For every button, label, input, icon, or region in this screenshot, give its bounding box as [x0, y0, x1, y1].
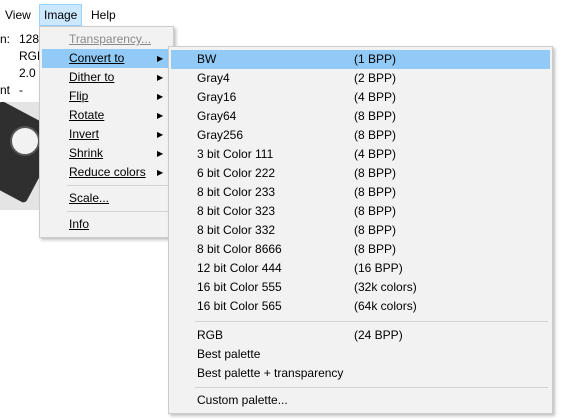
- menu-separator: [67, 185, 169, 186]
- convert-item-3bit-111[interactable]: 3 bit Color 111 (4 BPP): [171, 145, 550, 164]
- convert-item-bpp: (8 BPP): [354, 185, 397, 199]
- thumbnail-disc: [10, 126, 40, 156]
- menu-item-label: Flip: [69, 89, 89, 103]
- convert-item-label: 8 bit Color 8666: [197, 242, 282, 256]
- convert-item-bpp: (1 BPP): [354, 52, 397, 66]
- convert-item-bpp: (8 BPP): [354, 166, 397, 180]
- menu-separator: [67, 211, 169, 212]
- submenu-arrow-icon: ▶: [157, 168, 164, 177]
- convert-item-label: Best palette: [197, 347, 261, 361]
- menu-help-label: Help: [91, 8, 116, 22]
- menu-bar: View Image Help: [0, 0, 564, 28]
- convert-item-label: RGB: [197, 328, 224, 342]
- menu-item-label: Reduce colors: [69, 165, 146, 179]
- image-thumbnail: [0, 102, 43, 210]
- convert-item-16bit-565[interactable]: 16 bit Color 565 (64k colors): [171, 297, 550, 316]
- menu-item-rotate[interactable]: Rotate ▶: [42, 106, 171, 125]
- convert-item-6bit-222[interactable]: 6 bit Color 222 (8 BPP): [171, 164, 550, 183]
- menu-item-label: Transparency...: [69, 32, 152, 46]
- convert-item-gray16[interactable]: Gray16 (4 BPP): [171, 88, 550, 107]
- menu-separator: [195, 387, 548, 388]
- convert-item-label: Gray4: [197, 71, 230, 85]
- convert-item-bpp: (8 BPP): [354, 242, 397, 256]
- convert-item-bpp: (16 BPP): [354, 261, 403, 275]
- convert-item-8bit-8666[interactable]: 8 bit Color 8666 (8 BPP): [171, 240, 550, 259]
- convert-item-gray64[interactable]: Gray64 (8 BPP): [171, 107, 550, 126]
- menu-view[interactable]: View: [1, 5, 35, 25]
- submenu-arrow-icon: ▶: [157, 54, 164, 63]
- convert-item-label: 16 bit Color 565: [197, 299, 282, 313]
- convert-item-bpp: (8 BPP): [354, 128, 397, 142]
- convert-item-best-palette[interactable]: Best palette: [171, 345, 550, 364]
- convert-item-8bit-233[interactable]: 8 bit Color 233 (8 BPP): [171, 183, 550, 202]
- convert-item-label: 3 bit Color 111: [197, 147, 274, 161]
- convert-item-label: BW: [197, 52, 217, 66]
- submenu-arrow-icon: ▶: [157, 149, 164, 158]
- convert-item-label: Gray256: [197, 128, 244, 142]
- info-label-1: n:: [0, 32, 11, 46]
- convert-item-bpp: (32k colors): [354, 280, 417, 294]
- menu-item-scale[interactable]: Scale...: [42, 189, 171, 208]
- convert-item-label: Gray16: [197, 90, 237, 104]
- menu-item-label: Invert: [69, 127, 100, 141]
- menu-item-dither-to[interactable]: Dither to ▶: [42, 68, 171, 87]
- menu-item-convert-to[interactable]: Convert to ▶: [42, 49, 171, 68]
- menu-item-transparency[interactable]: Transparency...: [42, 30, 171, 49]
- menu-item-label: Scale...: [69, 191, 110, 205]
- convert-item-gray256[interactable]: Gray256 (8 BPP): [171, 126, 550, 145]
- menu-view-label: View: [5, 8, 31, 22]
- convert-item-label: Gray64: [197, 109, 237, 123]
- menu-item-info[interactable]: Info: [42, 215, 171, 234]
- menu-item-label: Convert to: [69, 51, 125, 65]
- convert-item-bpp: (8 BPP): [354, 223, 397, 237]
- convert-item-bpp: (4 BPP): [354, 147, 397, 161]
- convert-item-16bit-555[interactable]: 16 bit Color 555 (32k colors): [171, 278, 550, 297]
- menu-item-reduce-colors[interactable]: Reduce colors ▶: [42, 163, 171, 182]
- convert-item-label: 12 bit Color 444: [197, 261, 282, 275]
- convert-item-bpp: (64k colors): [354, 299, 417, 313]
- convert-item-bpp: (8 BPP): [354, 109, 397, 123]
- convert-item-8bit-332[interactable]: 8 bit Color 332 (8 BPP): [171, 221, 550, 240]
- convert-item-custom-palette[interactable]: Custom palette...: [171, 391, 550, 410]
- convert-item-label: 8 bit Color 332: [197, 223, 276, 237]
- convert-item-label: 6 bit Color 222: [197, 166, 276, 180]
- convert-item-label: Custom palette...: [197, 393, 288, 407]
- submenu-arrow-icon: ▶: [157, 73, 164, 82]
- info-label-4: nt: [0, 83, 11, 97]
- info-value-3: 2.0: [19, 66, 36, 80]
- convert-item-label: 8 bit Color 233: [197, 185, 276, 199]
- convert-item-bw[interactable]: BW (1 BPP): [171, 50, 550, 69]
- submenu-arrow-icon: ▶: [157, 130, 164, 139]
- menu-item-invert[interactable]: Invert ▶: [42, 125, 171, 144]
- menu-item-flip[interactable]: Flip ▶: [42, 87, 171, 106]
- convert-item-label: Best palette + transparency: [197, 366, 344, 380]
- menu-item-label: Shrink: [69, 146, 104, 160]
- convert-item-12bit-444[interactable]: 12 bit Color 444 (16 BPP): [171, 259, 550, 278]
- convert-item-bpp: (24 BPP): [354, 328, 403, 342]
- menu-help[interactable]: Help: [87, 5, 120, 25]
- convert-item-bpp: (2 BPP): [354, 71, 397, 85]
- menu-item-label: Rotate: [69, 108, 105, 122]
- info-value-4: -: [19, 83, 23, 97]
- menu-image-label: Image: [44, 8, 78, 22]
- image-menu: Transparency... Convert to ▶ Dither to ▶…: [39, 26, 174, 238]
- convert-item-rgb[interactable]: RGB (24 BPP): [171, 326, 550, 345]
- convert-item-8bit-323[interactable]: 8 bit Color 323 (8 BPP): [171, 202, 550, 221]
- convert-to-submenu: BW (1 BPP) Gray4 (2 BPP) Gray16 (4 BPP) …: [168, 46, 553, 414]
- menu-item-label: Info: [69, 217, 90, 231]
- convert-item-label: 16 bit Color 555: [197, 280, 282, 294]
- submenu-arrow-icon: ▶: [157, 92, 164, 101]
- convert-item-best-palette-transparency[interactable]: Best palette + transparency: [171, 364, 550, 383]
- menu-separator: [195, 321, 548, 322]
- convert-item-label: 8 bit Color 323: [197, 204, 276, 218]
- convert-item-bpp: (4 BPP): [354, 90, 397, 104]
- menu-item-shrink[interactable]: Shrink ▶: [42, 144, 171, 163]
- info-value-1: 128: [19, 32, 40, 46]
- convert-item-gray4[interactable]: Gray4 (2 BPP): [171, 69, 550, 88]
- submenu-arrow-icon: ▶: [157, 111, 164, 120]
- menu-item-label: Dither to: [69, 70, 115, 84]
- menu-image[interactable]: Image: [39, 4, 83, 26]
- convert-item-bpp: (8 BPP): [354, 204, 397, 218]
